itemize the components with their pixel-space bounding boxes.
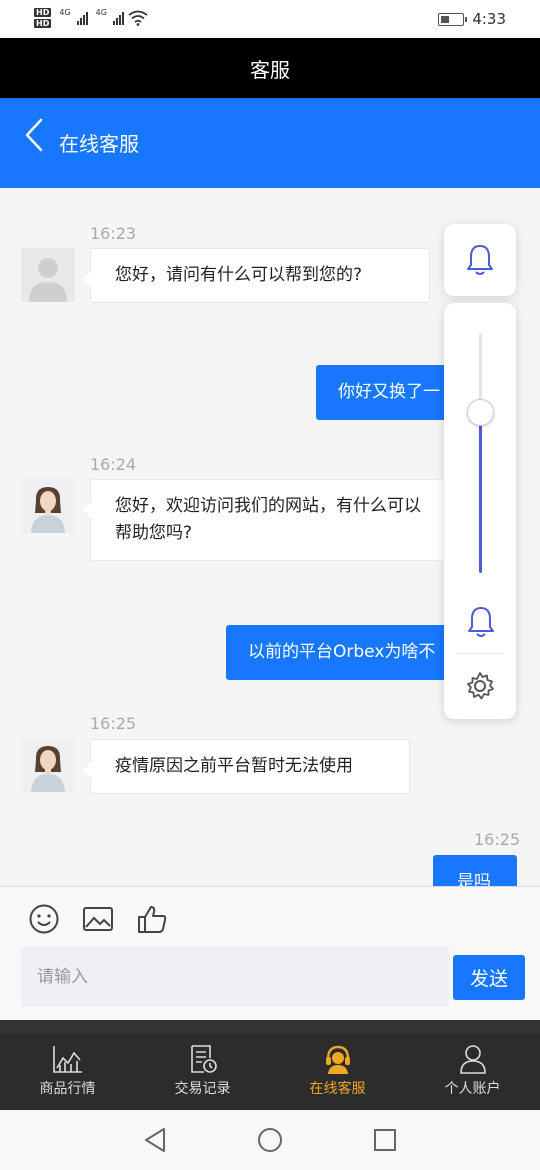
message-time: 16:25 — [90, 714, 137, 733]
gear-icon[interactable] — [465, 671, 495, 701]
volume-panel — [444, 303, 516, 719]
page-title: 在线客服 — [59, 132, 139, 156]
divider — [456, 653, 504, 654]
network-type-1: 4G — [59, 8, 71, 17]
chat-input-area: 发送 — [0, 886, 540, 1020]
message-text: 您好，请问有什么可以帮到您的? — [115, 265, 363, 285]
message-text: 你好又换了一 — [338, 382, 440, 402]
hd-badge-1: HD — [34, 8, 52, 17]
back-triangle-icon[interactable] — [142, 1126, 168, 1154]
nav-label: 交易记录 — [174, 1081, 231, 1097]
image-icon[interactable] — [82, 903, 114, 935]
nav-item-account[interactable]: 个人账户 — [405, 1034, 540, 1110]
message-text: 您好，欢迎访问我们的网站，有什么可以帮助您吗? — [115, 496, 421, 543]
message-time: 16:24 — [90, 455, 137, 474]
nav-label: 个人账户 — [444, 1081, 501, 1097]
network-type-2: 4G — [95, 8, 107, 17]
message-time: 16:25 — [474, 830, 521, 849]
message-text: 是吗 — [457, 872, 491, 886]
status-bar-right: 4:33 — [438, 10, 506, 28]
bell-icon[interactable] — [466, 605, 496, 639]
message-input[interactable] — [21, 947, 449, 1007]
nav-label: 在线客服 — [309, 1081, 366, 1097]
headset-icon — [325, 1045, 350, 1074]
message-text: 疫情原因之前平台暂时无法使用 — [115, 756, 353, 776]
bell-icon — [467, 245, 493, 275]
record-icon — [190, 1045, 217, 1073]
status-bar: HD HD 4G 4G 4:33 — [0, 0, 540, 38]
divider — [0, 1020, 540, 1034]
message-bubble-received: 疫情原因之前平台暂时无法使用 — [83, 739, 410, 794]
user-icon — [459, 1045, 486, 1074]
chart-icon — [52, 1046, 82, 1073]
app-title-bar: 客服 — [0, 38, 540, 98]
signal-icon — [76, 11, 88, 25]
nav-item-market[interactable]: 商品行情 — [0, 1034, 135, 1110]
app-title: 客服 — [250, 57, 290, 82]
bottom-nav: 商品行情 交易记录 在线客服 个人账户 — [0, 1034, 540, 1110]
hd-indicator: HD HD — [34, 8, 52, 28]
message-bubble-sent: 是吗 — [433, 855, 517, 886]
nav-item-records[interactable]: 交易记录 — [135, 1034, 270, 1110]
status-bar-left: HD HD 4G 4G — [34, 8, 148, 28]
wifi-icon — [128, 10, 148, 26]
volume-slider-fill — [479, 412, 482, 573]
recents-square-icon[interactable] — [372, 1126, 398, 1154]
chevron-left-icon[interactable] — [22, 118, 48, 152]
message-text: 以前的平台Orbex为啥不 — [248, 642, 436, 662]
emoji-icon[interactable] — [28, 903, 60, 935]
volume-mode-button[interactable] — [444, 224, 516, 296]
home-circle-icon[interactable] — [257, 1126, 283, 1154]
hd-badge-2: HD — [34, 19, 52, 28]
message-bubble-received: 您好，请问有什么可以帮到您的? — [83, 248, 430, 303]
message-time: 16:23 — [90, 224, 137, 243]
clock: 4:33 — [472, 10, 506, 28]
nav-item-support[interactable]: 在线客服 — [270, 1034, 405, 1110]
nav-label: 商品行情 — [39, 1081, 96, 1097]
page-header: 在线客服 — [0, 98, 540, 188]
thumbs-up-icon[interactable] — [136, 903, 168, 935]
send-button[interactable]: 发送 — [453, 955, 525, 1000]
agent-avatar-icon — [21, 479, 75, 533]
default-avatar-icon — [21, 248, 75, 302]
signal-icon — [112, 11, 124, 25]
message-bubble-received: 您好，欢迎访问我们的网站，有什么可以帮助您吗? — [83, 479, 450, 561]
system-nav-bar — [0, 1110, 540, 1170]
battery-icon — [438, 12, 468, 26]
volume-slider-track[interactable] — [479, 333, 482, 573]
agent-avatar-icon — [21, 738, 75, 792]
volume-slider-thumb[interactable] — [467, 399, 494, 427]
